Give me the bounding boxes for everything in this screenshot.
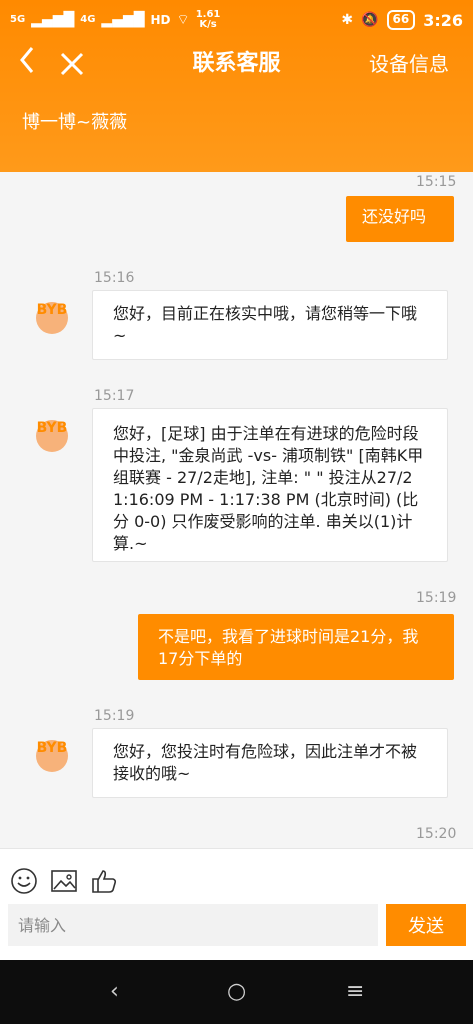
hd-icon: HD <box>150 13 171 27</box>
signal-4g: 4G <box>80 14 96 25</box>
message-time: 15:19 <box>94 708 135 724</box>
system-menu-icon[interactable]: ≡ <box>346 978 364 1006</box>
agent-avatar: BYB <box>36 740 68 772</box>
network-speed-unit: K/s <box>199 19 217 30</box>
device-info-button[interactable]: 设备信息 <box>369 44 449 84</box>
signal-bars-icon: ▂▄▆█ <box>31 12 75 28</box>
message-time: 15:19 <box>416 590 457 606</box>
nav-bar: 联系客服 设备信息 <box>0 44 473 84</box>
message-time: 15:15 <box>416 174 457 190</box>
message-time: 15:20 <box>416 826 457 842</box>
message-input[interactable] <box>8 904 378 946</box>
status-bar: 5G ▂▄▆█ 4G ▂▄▆█ HD ⌔ 1.61 K/s ✱ 🔕 66 3:2… <box>0 0 473 44</box>
mute-bell-icon: 🔕 <box>361 12 379 28</box>
signal-5g: 5G <box>10 14 26 25</box>
incoming-message: 您好，目前正在核实中哦，请您稍等一下哦~ <box>92 290 448 360</box>
message-time: 15:17 <box>94 388 135 404</box>
agent-avatar: BYB <box>36 302 68 334</box>
system-home-icon[interactable]: ○ <box>227 978 246 1006</box>
system-nav-bar: ‹ ○ ≡ <box>0 960 473 1024</box>
incoming-message: 您好，[足球] 由于注单在有进球的危险时段中投注, "金泉尚武 -vs- 浦项制… <box>92 408 448 562</box>
svg-text:BYB: BYB <box>37 740 68 756</box>
clock: 3:26 <box>423 10 463 30</box>
header: 5G ▂▄▆█ 4G ▂▄▆█ HD ⌔ 1.61 K/s ✱ 🔕 66 3:2… <box>0 0 473 172</box>
outgoing-message: 还没好吗 <box>346 196 454 242</box>
wifi-icon: ⌔ <box>176 12 190 28</box>
send-button[interactable]: 发送 <box>386 904 466 946</box>
bluetooth-icon: ✱ <box>341 12 354 28</box>
chat-area[interactable]: 15:15 还没好吗 15:16 BYB 您好，目前正在核实中哦，请您稍等一下哦… <box>0 172 473 846</box>
agent-name: 博一博~薇薇 <box>22 112 128 133</box>
thumbs-up-icon[interactable] <box>90 867 118 895</box>
battery-indicator: 66 <box>386 10 416 30</box>
network-speed: 1.61 K/s <box>196 10 221 30</box>
system-back-icon[interactable]: ‹ <box>110 978 119 1006</box>
svg-text:BYB: BYB <box>37 302 68 318</box>
outgoing-message: 不是吧，我看了进球时间是21分，我17分下单的 <box>138 614 454 680</box>
emoji-icon[interactable] <box>10 867 38 895</box>
signal-bars-icon: ▂▄▆█ <box>101 12 145 28</box>
image-icon[interactable] <box>50 867 78 895</box>
svg-text:BYB: BYB <box>37 420 68 436</box>
message-time: 15:16 <box>94 270 135 286</box>
agent-avatar: BYB <box>36 420 68 452</box>
incoming-message: 您好，您投注时有危险球，因此注单才不被接收的哦~ <box>92 728 448 798</box>
input-toolbar: 发送 <box>0 848 473 961</box>
